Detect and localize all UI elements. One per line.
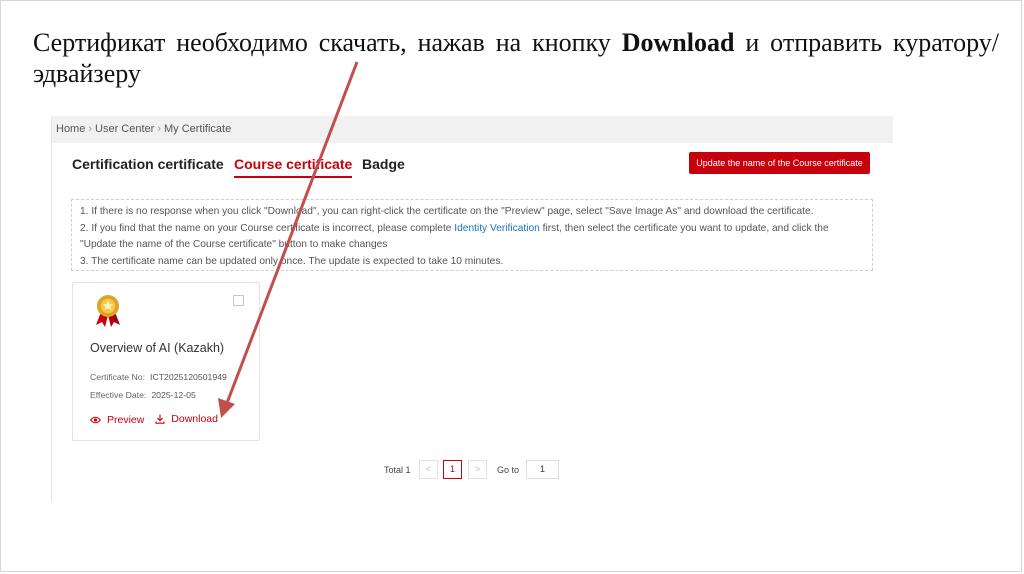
breadcrumb-my-certificate: My Certificate — [163, 123, 232, 135]
slide-title: Сертификат необходимо скачать, нажав на … — [33, 27, 999, 89]
certificate-card: Overview of AI (Kazakh) Certificate No: I… — [72, 282, 260, 441]
download-icon — [155, 414, 165, 424]
notice-line-1: 1. If there is no response when you clic… — [80, 206, 814, 217]
notice-line-2: 2. If you find that the name on your Cou… — [80, 221, 864, 254]
breadcrumb-separator: › — [157, 123, 161, 135]
download-button[interactable]: Download — [155, 413, 218, 425]
page-1-button[interactable]: 1 — [443, 460, 462, 479]
certificate-number-value: ICT2025120501949 — [150, 372, 227, 382]
certificate-number-label: Certificate No: — [90, 372, 146, 382]
notice-line-3: 3. The certificate name can be updated o… — [80, 255, 504, 267]
download-label: Download — [171, 413, 218, 425]
tab-certification-certificate[interactable]: Certification certificate — [72, 156, 224, 176]
total-value: 1 — [405, 465, 411, 475]
eye-icon — [90, 416, 101, 424]
screenshot-panel: Home › User Center › My Certificate Certific… — [51, 116, 893, 502]
total-label: Total — [384, 465, 404, 475]
goto-label: Go to — [497, 465, 520, 475]
tab-badge[interactable]: Badge — [362, 156, 405, 176]
preview-label: Preview — [107, 414, 145, 426]
breadcrumb-user-center[interactable]: User Center — [95, 116, 154, 143]
notice-line-2-start: 2. If you find that the name on your Cou… — [80, 222, 455, 234]
pagination-total: Total 1 — [384, 465, 411, 475]
tab-course-certificate[interactable]: Course certificate — [234, 156, 353, 178]
title-text-start: Сертификат необходимо скачать, нажав на … — [33, 28, 622, 57]
identity-verification-link[interactable]: Identity Verification — [454, 223, 540, 234]
certificate-title: Overview of AI (Kazakh) — [90, 341, 225, 355]
prev-page-button[interactable]: < — [419, 460, 438, 479]
certificate-number: Certificate No: ICT2025120501949 — [90, 372, 227, 382]
breadcrumb-home[interactable]: Home — [56, 116, 85, 143]
effective-date: Effective Date: 2025-12-05 — [90, 390, 196, 400]
goto-page-input[interactable]: 1 — [526, 460, 559, 479]
next-page-button[interactable]: > — [468, 460, 487, 479]
effective-date-label: Effective Date: — [90, 390, 147, 400]
notice-box: 1. If there is no response when you clic… — [71, 199, 873, 271]
breadcrumb-separator: › — [88, 123, 93, 135]
medal-icon — [96, 295, 120, 327]
update-certificate-name-button[interactable]: Update the name of the Course certificat… — [689, 152, 870, 174]
breadcrumb: Home › User Center › My Certificate — [52, 116, 893, 143]
title-text-download: Download — [621, 28, 735, 57]
certificate-actions: Preview Download — [90, 413, 218, 427]
preview-button[interactable]: Preview — [90, 414, 144, 426]
select-checkbox[interactable] — [233, 295, 244, 306]
effective-date-value: 2025-12-05 — [151, 390, 196, 400]
